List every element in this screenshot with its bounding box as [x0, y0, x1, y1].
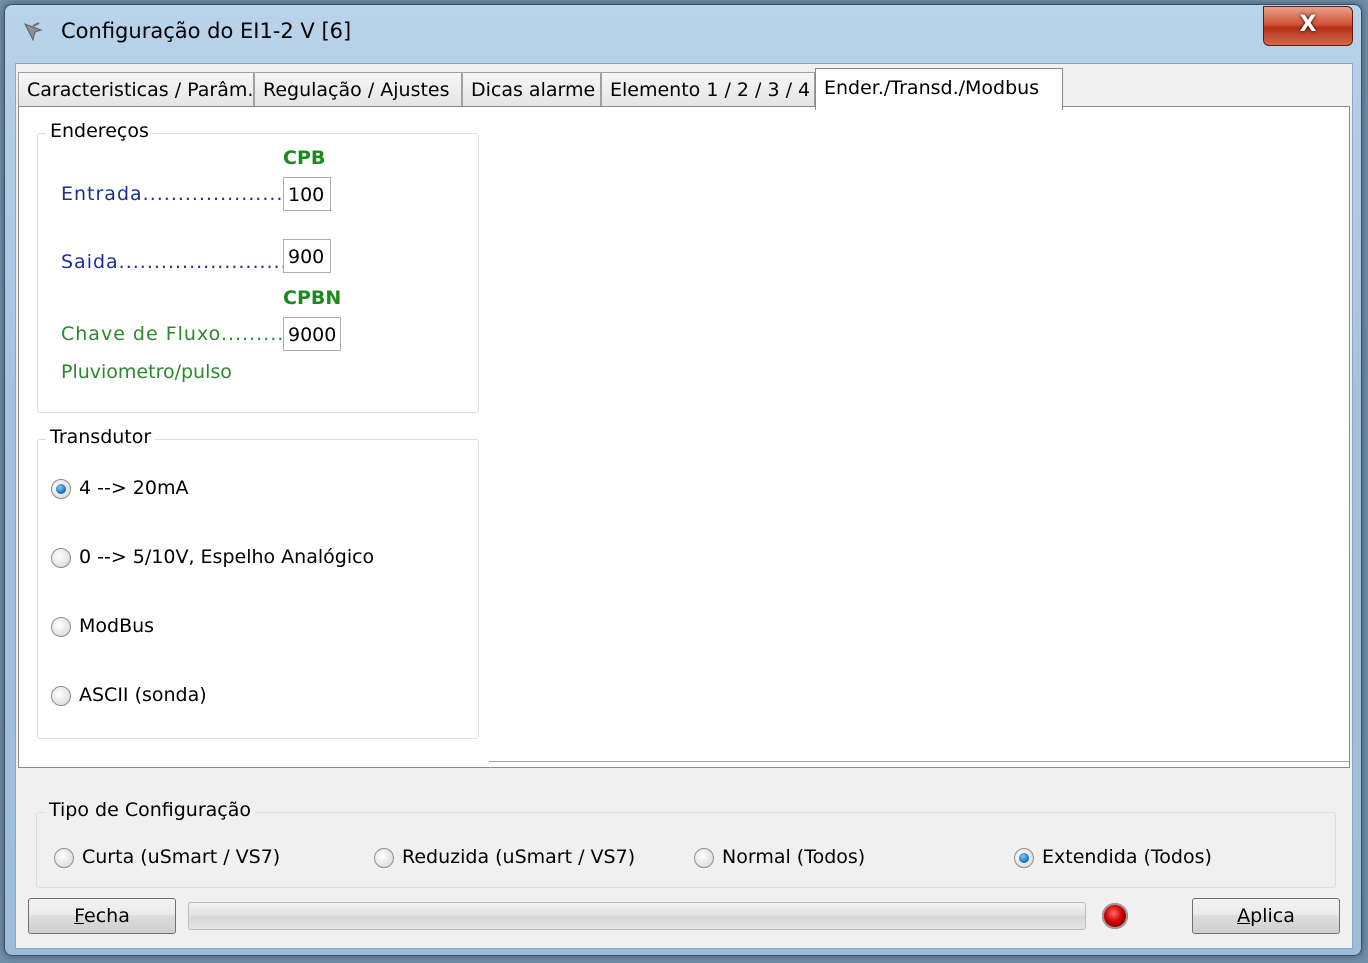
aplica-mnemonic: A	[1237, 905, 1251, 927]
radio-4-20ma-label[interactable]: 4 --> 20mA	[79, 477, 188, 499]
tab-elemento[interactable]: Elemento 1 / 2 / 3 / 4	[601, 72, 815, 106]
radio-ascii[interactable]	[51, 686, 71, 706]
radio-reduzida[interactable]	[374, 848, 394, 868]
radio-modbus-label[interactable]: ModBus	[79, 615, 154, 637]
close-button[interactable]: X	[1263, 6, 1353, 46]
radio-normal-label[interactable]: Normal (Todos)	[722, 846, 865, 868]
tab-strip: Caracteristicas / Parâm. Regulação / Aju…	[18, 68, 1348, 110]
radio-curta-label[interactable]: Curta (uSmart / VS7)	[82, 846, 280, 868]
fecha-mnemonic: F	[74, 905, 85, 927]
status-led-icon	[1102, 903, 1128, 929]
tab-caracteristicas[interactable]: Caracteristicas / Parâm.	[18, 72, 254, 106]
radio-normal[interactable]	[694, 848, 714, 868]
radio-extendida-label[interactable]: Extendida (Todos)	[1042, 846, 1212, 868]
fecha-label: echa	[84, 905, 130, 927]
radio-4-20ma[interactable]	[51, 479, 71, 499]
radio-reduzida-label[interactable]: Reduzida (uSmart / VS7)	[402, 846, 635, 868]
window-title: Configuração do EI1-2 V [6]	[61, 19, 352, 43]
tipo-configuracao-title: Tipo de Configuração	[45, 799, 255, 821]
aplica-button[interactable]: Aplica	[1192, 898, 1340, 934]
transdutor-title: Transdutor	[46, 426, 156, 448]
chave-fluxo-label: Chave de Fluxo..........	[61, 323, 292, 345]
tab-regulacao[interactable]: Regulação / Ajustes	[254, 72, 462, 106]
app-icon	[23, 22, 43, 42]
radio-ascii-label[interactable]: ASCII (sonda)	[79, 684, 207, 706]
tab-dicas-alarme[interactable]: Dicas alarme	[462, 72, 601, 106]
cpb-header: CPB	[283, 147, 326, 169]
cpbn-header: CPBN	[283, 287, 342, 309]
entrada-field[interactable]: 100	[283, 177, 331, 211]
aplica-label: plica	[1250, 905, 1295, 927]
tab-panel: Endereços CPB Entrada...................…	[18, 106, 1350, 768]
entrada-label: Entrada......................	[61, 183, 298, 205]
fecha-button[interactable]: Fecha	[28, 898, 176, 934]
radio-0-5-10v-label[interactable]: 0 --> 5/10V, Espelho Analógico	[79, 546, 374, 568]
enderecos-title: Endereços	[46, 120, 153, 142]
client-area: Caracteristicas / Parâm. Regulação / Aju…	[15, 63, 1353, 949]
radio-0-5-10v[interactable]	[51, 548, 71, 568]
pluviometro-label: Pluviometro/pulso	[61, 361, 232, 383]
radio-extendida[interactable]	[1014, 848, 1034, 868]
dialog-window: Configuração do EI1-2 V [6] X Caracteris…	[4, 4, 1362, 956]
chave-fluxo-field[interactable]: 9000	[283, 317, 341, 351]
progress-bar	[188, 902, 1086, 930]
radio-modbus[interactable]	[51, 617, 71, 637]
title-bar[interactable]: Configuração do EI1-2 V [6] X	[5, 5, 1361, 61]
panel-divider	[489, 761, 1349, 765]
saida-label: Saida.........................	[61, 251, 295, 273]
tab-ender-transd-modbus[interactable]: Ender./Transd./Modbus	[815, 68, 1063, 110]
saida-field[interactable]: 900	[283, 239, 331, 273]
radio-curta[interactable]	[54, 848, 74, 868]
